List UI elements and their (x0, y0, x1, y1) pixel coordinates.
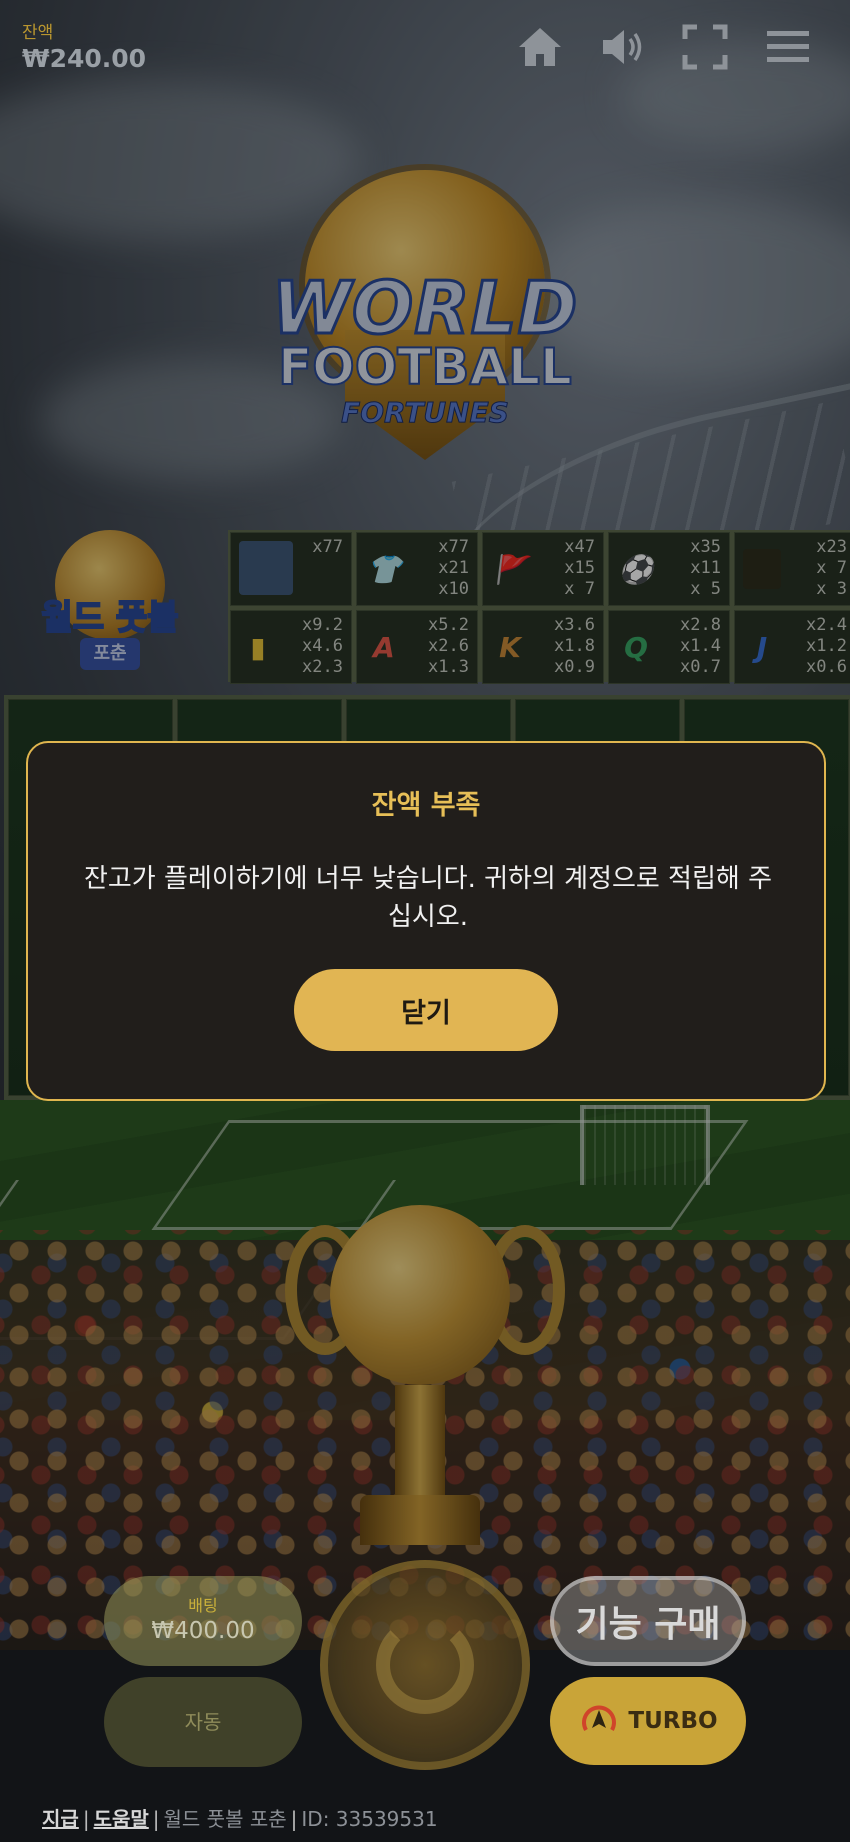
close-button[interactable]: 닫기 (294, 969, 558, 1051)
turbo-button[interactable]: TURBO (550, 1677, 746, 1765)
insufficient-balance-dialog: 잔액 부족 잔고가 플레이하기에 너무 낮습니다. 귀하의 계정으로 적립해 주… (26, 741, 826, 1101)
spin-button[interactable] (320, 1560, 530, 1770)
dialog-title: 잔액 부족 (371, 790, 481, 821)
turbo-label: TURBO (628, 1708, 718, 1734)
help-link[interactable]: 도움말 (94, 1807, 149, 1831)
bet-label: 배팅 (188, 1596, 218, 1615)
footer-separator: | (82, 1807, 90, 1831)
balance-label: 잔액 (22, 23, 54, 43)
paytable-link[interactable]: 지급 (42, 1807, 79, 1831)
dialog-message: 잔고가 플레이하기에 너무 낮습니다. 귀하의 계정으로 적립해 주십시오. (83, 864, 773, 932)
footer-separator: | (152, 1807, 160, 1831)
bet-value: ₩400.00 (151, 1618, 255, 1644)
fullscreen-icon[interactable] (680, 22, 730, 72)
feature-buy-button[interactable]: 기능 구매 (550, 1576, 746, 1666)
footer-separator: | (290, 1807, 298, 1831)
home-icon[interactable] (515, 22, 565, 72)
session-id: ID: 33539531 (301, 1807, 438, 1831)
bet-button[interactable]: 배팅 ₩400.00 (104, 1576, 302, 1666)
footer: 지급 | 도움말 | 월드 풋볼 포춘 | ID: 33539531 (42, 1803, 438, 1832)
volume-icon[interactable] (597, 22, 647, 72)
game-name: 월드 풋볼 포춘 (163, 1807, 287, 1831)
spin-arrow-icon (376, 1616, 474, 1714)
autoplay-button[interactable]: 자동 (104, 1677, 302, 1767)
balance-value: ₩240.00 (22, 44, 147, 73)
turbo-gauge-icon (582, 1705, 617, 1731)
menu-icon[interactable] (763, 22, 813, 72)
